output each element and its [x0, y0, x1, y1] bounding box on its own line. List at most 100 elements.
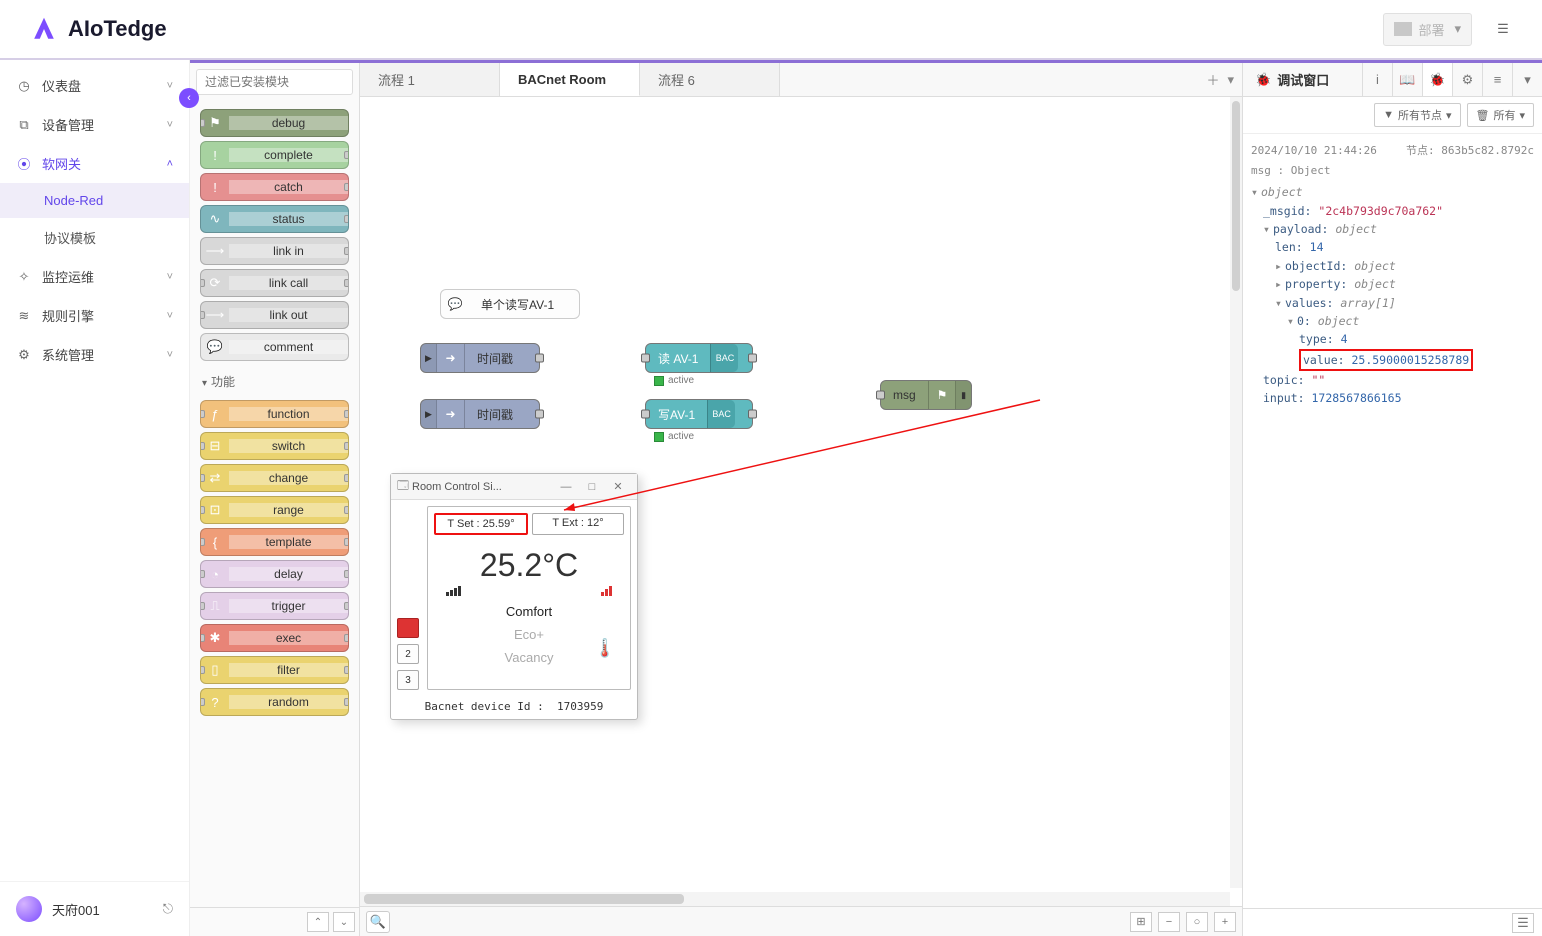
nav-button[interactable]: ⊞: [1130, 912, 1152, 932]
inject-button[interactable]: ▶: [421, 344, 437, 372]
nav-label: 软网关: [42, 154, 81, 173]
node-type-icon: ƒ: [201, 401, 229, 427]
debug-tree[interactable]: ▾object _msgid: "2c4b793d9c70a762" ▾payl…: [1251, 183, 1534, 408]
canvas-search-button[interactable]: 🔍: [366, 911, 390, 933]
palette-node-template[interactable]: {template: [200, 528, 349, 556]
node-label: delay: [229, 567, 348, 581]
palette-node-range[interactable]: ⊡range: [200, 496, 349, 524]
node-label: exec: [229, 631, 348, 645]
close-button[interactable]: ✕: [605, 480, 631, 493]
more-tab-button[interactable]: ▾: [1512, 63, 1542, 96]
node-type-icon: !: [201, 174, 229, 200]
debug-tab-button[interactable]: 🐞: [1422, 63, 1452, 96]
palette-node-change[interactable]: ⇄change: [200, 464, 349, 492]
sidebar-subitem[interactable]: Node-Red: [0, 183, 189, 218]
inject-node-2[interactable]: ▶ ➜ 时间戳: [420, 399, 540, 429]
palette-node-link-out[interactable]: ⟶link out: [200, 301, 349, 329]
maximize-button[interactable]: □: [579, 481, 605, 493]
palette-node-link-call[interactable]: ⟳link call: [200, 269, 349, 297]
sidebar-item[interactable]: ⚙系统管理˅: [0, 335, 189, 374]
palette-category[interactable]: 功能: [196, 365, 353, 396]
mode-button-2[interactable]: 2: [397, 644, 419, 664]
flow-canvas[interactable]: 💬 单个读写AV-1 ▶ ➜ 时间戳 ▶ ➜ 时间戳: [360, 97, 1242, 906]
node-label: function: [229, 407, 348, 421]
palette-node-catch[interactable]: !catch: [200, 173, 349, 201]
logout-icon[interactable]: ⎋: [163, 901, 173, 917]
palette-node-random[interactable]: ?random: [200, 688, 349, 716]
palette-node-debug[interactable]: ⚑debug: [200, 109, 349, 137]
palette-node-link-in[interactable]: ⟶link in: [200, 237, 349, 265]
debug-toggle-button[interactable]: ▮: [955, 381, 971, 409]
debug-meta: 2024/10/10 21:44:26 节点: 863b5c82.8792c: [1251, 142, 1534, 160]
zoom-in-button[interactable]: +: [1214, 912, 1236, 932]
sidebar-item[interactable]: ≋规则引擎˅: [0, 296, 189, 335]
palette-node-status[interactable]: ∿status: [200, 205, 349, 233]
palette-node-filter[interactable]: ▯filter: [200, 656, 349, 684]
inject-button[interactable]: ▶: [421, 400, 437, 428]
palette-node-comment[interactable]: 💬comment: [200, 333, 349, 361]
avatar[interactable]: [16, 896, 42, 922]
sidebar-item[interactable]: ⦿软网关˄: [0, 144, 189, 183]
sidebar-collapse-button[interactable]: ‹: [179, 88, 199, 108]
debug-options-button[interactable]: ☰: [1512, 913, 1534, 933]
tab-menu-button[interactable]: ▾: [1227, 72, 1234, 88]
palette-collapse-button[interactable]: ⌃: [307, 912, 329, 932]
config-tab-button[interactable]: ⚙: [1452, 63, 1482, 96]
menu-button[interactable]: ☰: [1484, 13, 1522, 45]
node-type-icon: 💬: [201, 334, 229, 360]
palette-node-switch[interactable]: ⊟switch: [200, 432, 349, 460]
zoom-reset-button[interactable]: ○: [1186, 912, 1208, 932]
deploy-button[interactable]: 部署 ▾: [1383, 13, 1472, 46]
node-type-icon: ⟶: [201, 302, 229, 328]
flow-tab[interactable]: BACnet Room: [500, 63, 640, 96]
canvas-scrollbar-h[interactable]: [360, 892, 1230, 906]
temp-bars: [434, 584, 624, 600]
palette-node-delay[interactable]: ◔delay: [200, 560, 349, 588]
palette-node-complete[interactable]: !complete: [200, 141, 349, 169]
palette-expand-button[interactable]: ⌄: [333, 912, 355, 932]
debug-sidebar: 🐞 调试窗口 i 📖 🐞 ⚙ ≡ ▾ ▼ 所有节点 ▾ 🗑 所有 ▾: [1242, 63, 1542, 936]
inject-icon: ➜: [437, 400, 465, 428]
info-tab-button[interactable]: i: [1362, 63, 1392, 96]
flow-tab[interactable]: 流程 6: [640, 63, 780, 96]
flow-tab[interactable]: 流程 1: [360, 63, 500, 96]
nav-label: 监控运维: [42, 267, 94, 286]
sidebar-item[interactable]: ◷仪表盘˅: [0, 66, 189, 105]
filter-nodes-button[interactable]: ▼ 所有节点 ▾: [1374, 103, 1460, 127]
highlighted-value: value: 25.59000015258789: [1299, 349, 1473, 371]
comment-node[interactable]: 💬 单个读写AV-1: [440, 289, 580, 319]
mode-button-3[interactable]: 3: [397, 670, 419, 690]
zoom-out-button[interactable]: −: [1158, 912, 1180, 932]
minimize-button[interactable]: ―: [553, 481, 579, 493]
sidebar-item[interactable]: ✧监控运维˅: [0, 257, 189, 296]
bacnet-write-node[interactable]: 写AV-1 BAC active: [645, 399, 753, 429]
debug-node[interactable]: msg ⚑ ▮: [880, 380, 972, 410]
sidebar-item[interactable]: ⧉设备管理˅: [0, 105, 189, 144]
nav-icon: ⦿: [16, 154, 32, 173]
chevron-icon: ˅: [167, 119, 173, 131]
bacnet-read-node[interactable]: 读 AV-1 BAC active: [645, 343, 753, 373]
mode-button-1[interactable]: [397, 618, 419, 638]
sidebar-subitem[interactable]: 协议模板: [0, 218, 189, 257]
window-icon: 🗔: [397, 477, 409, 496]
palette-node-trigger[interactable]: ⎍trigger: [200, 592, 349, 620]
comment-label: 单个读写AV-1: [469, 296, 566, 313]
help-tab-button[interactable]: 📖: [1392, 63, 1422, 96]
window-titlebar[interactable]: 🗔 Room Control Si... ― □ ✕: [391, 474, 637, 500]
palette-search-input[interactable]: [196, 69, 353, 95]
chevron-icon: ˅: [167, 310, 173, 322]
context-tab-button[interactable]: ≡: [1482, 63, 1512, 96]
room-control-window[interactable]: 🗔 Room Control Si... ― □ ✕ 2 3: [390, 473, 638, 720]
palette-node-exec[interactable]: ✱exec: [200, 624, 349, 652]
add-tab-button[interactable]: ＋: [1206, 70, 1219, 89]
inject-label: 时间戳: [465, 350, 525, 367]
palette-node-function[interactable]: ƒfunction: [200, 400, 349, 428]
mode-comfort[interactable]: Comfort: [434, 600, 624, 623]
inject-node-1[interactable]: ▶ ➜ 时间戳: [420, 343, 540, 373]
node-type-icon: {: [201, 529, 229, 555]
canvas-scrollbar-v[interactable]: [1230, 97, 1242, 888]
clear-button[interactable]: 🗑 所有 ▾: [1467, 103, 1535, 127]
msg-type-label: msg : Object: [1251, 162, 1534, 180]
debug-icon: 🐞: [1255, 72, 1271, 88]
node-label: catch: [229, 180, 348, 194]
